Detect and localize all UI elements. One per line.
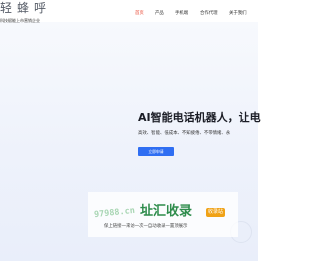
watermark-title: 址汇收录 xyxy=(140,204,193,219)
watermark-domain: 97988.cn xyxy=(93,205,136,221)
apply-now-button[interactable]: 立即申请 xyxy=(138,147,174,156)
nav-item-about[interactable]: 关于我们 xyxy=(229,11,247,17)
nav-item-products[interactable]: 产品 xyxy=(155,11,164,17)
nav-item-home[interactable]: 首页 xyxy=(135,11,144,17)
nav-item-mobile[interactable]: 手机端 xyxy=(175,11,188,17)
hero-headline: AI智能电话机器人，让电 xyxy=(138,111,261,124)
watermark-overlay: 97988.cn 址汇收录 收录站 保上链接一来访一次一自动收录一置顶展示 xyxy=(88,192,238,237)
nav-item-partners[interactable]: 合作代理 xyxy=(200,11,218,17)
watermark-badge: 收录站 xyxy=(206,208,226,217)
main-nav: 首页 产品 手机端 合作代理 关于我们 xyxy=(0,11,258,19)
watermark-subtitle: 保上链接一来访一次一自动收录一置顶展示 xyxy=(104,224,188,229)
hero-tagline: 高效、智能、低成本、不知疲倦、不带情绪、永 xyxy=(138,131,231,136)
